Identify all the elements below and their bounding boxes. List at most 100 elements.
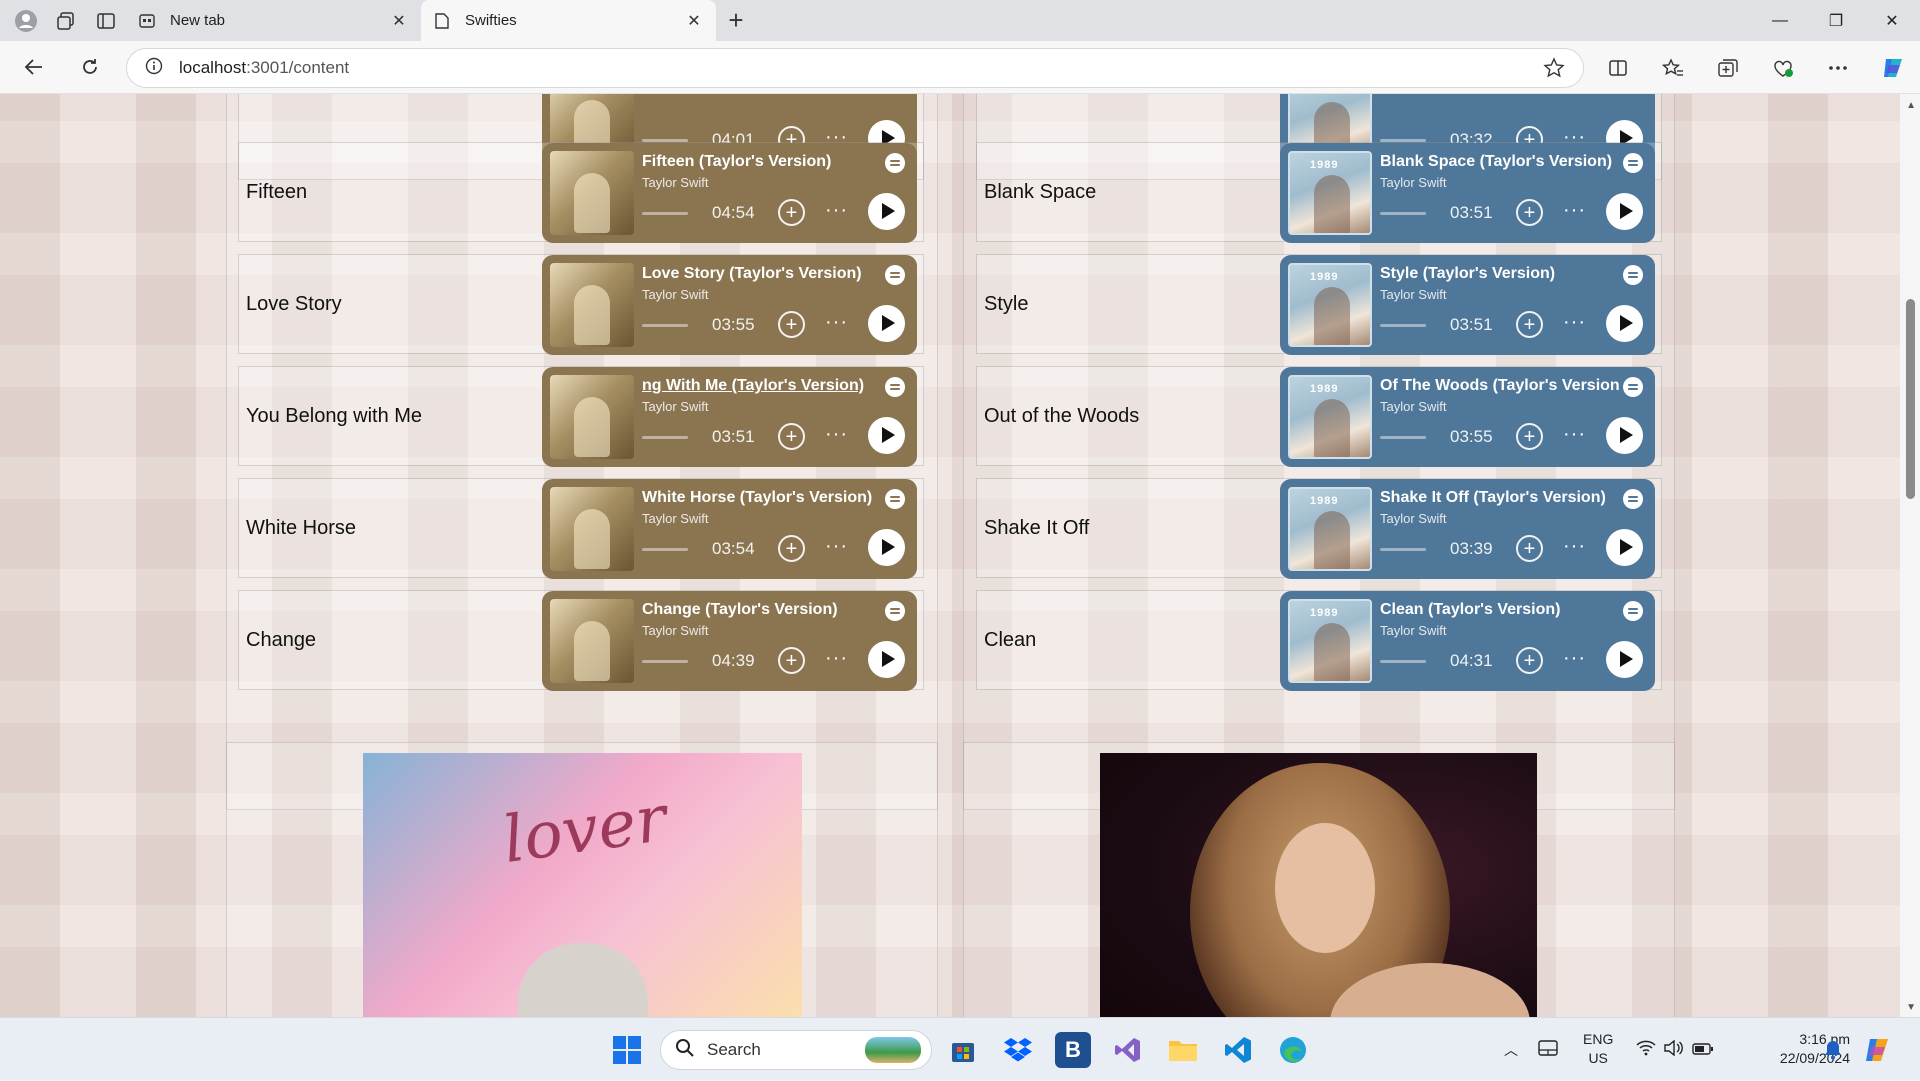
add-to-library-icon[interactable]: + [778,535,805,562]
collections-icon[interactable] [1700,46,1755,90]
browser-essentials-icon[interactable] [1755,46,1810,90]
progress-bar[interactable] [642,436,688,439]
spotify-embed-player[interactable]: Change (Taylor's Version) Taylor Swift 0… [542,591,917,691]
track-artist[interactable]: Taylor Swift [1380,511,1446,526]
track-artist[interactable]: Taylor Swift [1380,287,1446,302]
play-button-icon[interactable] [868,641,905,678]
track-artist[interactable]: Taylor Swift [1380,399,1446,414]
spotify-logo-icon[interactable] [1623,265,1643,285]
site-info-icon[interactable] [145,57,163,80]
more-options-icon[interactable]: ··· [825,199,848,222]
play-button-icon[interactable] [868,193,905,230]
track-title[interactable]: White Horse (Taylor's Version) [642,489,882,507]
progress-bar[interactable] [642,324,688,327]
add-to-library-icon[interactable]: + [778,423,805,450]
play-button-icon[interactable] [1606,641,1643,678]
play-button-icon[interactable] [1606,305,1643,342]
progress-bar[interactable] [642,660,688,663]
dropbox-icon[interactable] [1000,1032,1036,1068]
profile-icon[interactable] [6,0,46,41]
more-options-icon[interactable]: ··· [825,423,848,446]
scroll-up-icon[interactable]: ▲ [1906,100,1916,111]
microsoft-store-icon[interactable] [945,1032,981,1068]
visual-studio-icon[interactable] [1110,1032,1146,1068]
spotify-embed-player[interactable]: White Horse (Taylor's Version) Taylor Sw… [542,479,917,579]
spotify-logo-icon[interactable] [1623,489,1643,509]
spotify-embed-player[interactable]: ng With Me (Taylor's Version) Taylor Swi… [542,367,917,467]
track-title[interactable]: Blank Space (Taylor's Version) [1380,153,1620,171]
add-to-library-icon[interactable]: + [1516,199,1543,226]
touchpad-icon[interactable] [1538,1040,1578,1059]
track-artist[interactable]: Taylor Swift [642,287,708,302]
spotify-embed-player[interactable]: Love Story (Taylor's Version) Taylor Swi… [542,255,917,355]
track-artist[interactable]: Taylor Swift [642,511,708,526]
workspaces-icon[interactable] [46,0,86,41]
spotify-logo-icon[interactable] [1623,601,1643,621]
spotify-logo-icon[interactable] [885,377,905,397]
scrollbar-thumb[interactable] [1906,299,1915,499]
more-options-icon[interactable]: ··· [825,647,848,670]
track-artist[interactable]: Taylor Swift [1380,175,1446,190]
address-bar[interactable]: localhost:3001/content [126,48,1584,88]
progress-bar[interactable] [642,212,688,215]
track-artist[interactable]: Taylor Swift [642,399,708,414]
scroll-down-icon[interactable]: ▼ [1906,1002,1916,1013]
more-options-icon[interactable]: ··· [825,311,848,334]
progress-bar[interactable] [1380,660,1426,663]
b-app-icon[interactable]: B [1055,1032,1091,1068]
progress-bar[interactable] [642,548,688,551]
chevron-up-icon[interactable]: ︿ [1498,1040,1524,1060]
close-window-icon[interactable]: ✕ [1864,0,1920,41]
reload-icon[interactable] [68,45,112,89]
play-button-icon[interactable] [868,305,905,342]
add-to-library-icon[interactable]: + [1516,311,1543,338]
more-options-icon[interactable]: ··· [1563,647,1586,670]
add-to-library-icon[interactable]: + [1516,423,1543,450]
spotify-logo-icon[interactable] [885,153,905,173]
notification-bell-icon[interactable] [1824,1018,1842,1081]
spotify-embed-player[interactable]: 1989 Shake It Off (Taylor's Version) Tay… [1280,479,1655,579]
add-to-library-icon[interactable]: + [1516,647,1543,674]
spotify-logo-icon[interactable] [1623,377,1643,397]
restore-icon[interactable]: ❐ [1808,0,1864,41]
more-options-icon[interactable]: ··· [1563,535,1586,558]
add-to-library-icon[interactable]: + [778,647,805,674]
add-to-library-icon[interactable]: + [778,199,805,226]
play-button-icon[interactable] [868,529,905,566]
track-title[interactable]: Fifteen (Taylor's Version) [642,153,882,171]
progress-bar[interactable] [1380,212,1426,215]
track-title[interactable]: Of The Woods (Taylor's Version) [1380,377,1620,395]
tab-swifties[interactable]: Swifties ✕ [421,0,716,41]
add-to-library-icon[interactable]: + [1516,535,1543,562]
track-title[interactable]: ng With Me (Taylor's Version) [642,377,882,395]
spotify-logo-icon[interactable] [885,601,905,621]
progress-bar[interactable] [1380,324,1426,327]
add-to-library-icon[interactable]: + [778,311,805,338]
tab-actions-icon[interactable] [86,0,126,41]
play-button-icon[interactable] [1606,417,1643,454]
edge-icon[interactable] [1275,1032,1311,1068]
page-scrollbar[interactable]: ▲ ▼ [1900,94,1920,1017]
track-title[interactable]: Love Story (Taylor's Version) [642,265,882,283]
progress-bar[interactable] [1380,548,1426,551]
new-tab-button[interactable]: + [716,0,756,41]
more-options-icon[interactable]: ··· [825,535,848,558]
settings-more-icon[interactable] [1810,46,1865,90]
more-options-icon[interactable]: ··· [1563,311,1586,334]
favorites-icon[interactable] [1645,46,1700,90]
progress-bar[interactable] [1380,436,1426,439]
track-title[interactable]: Clean (Taylor's Version) [1380,601,1620,619]
url-text[interactable]: localhost:3001/content [179,58,349,78]
play-button-icon[interactable] [1606,193,1643,230]
start-icon[interactable] [609,1032,645,1068]
minimize-icon[interactable]: — [1752,0,1808,41]
track-title[interactable]: Style (Taylor's Version) [1380,265,1620,283]
tab-new-tab[interactable]: New tab ✕ [126,0,421,41]
close-tab-icon[interactable]: ✕ [389,11,409,31]
vscode-icon[interactable] [1220,1032,1256,1068]
spotify-embed-player[interactable]: 1989 Blank Space (Taylor's Version) Tayl… [1280,143,1655,243]
back-icon[interactable] [12,45,56,89]
track-artist[interactable]: Taylor Swift [642,175,708,190]
play-button-icon[interactable] [1606,529,1643,566]
favorite-star-icon[interactable] [1543,57,1565,84]
